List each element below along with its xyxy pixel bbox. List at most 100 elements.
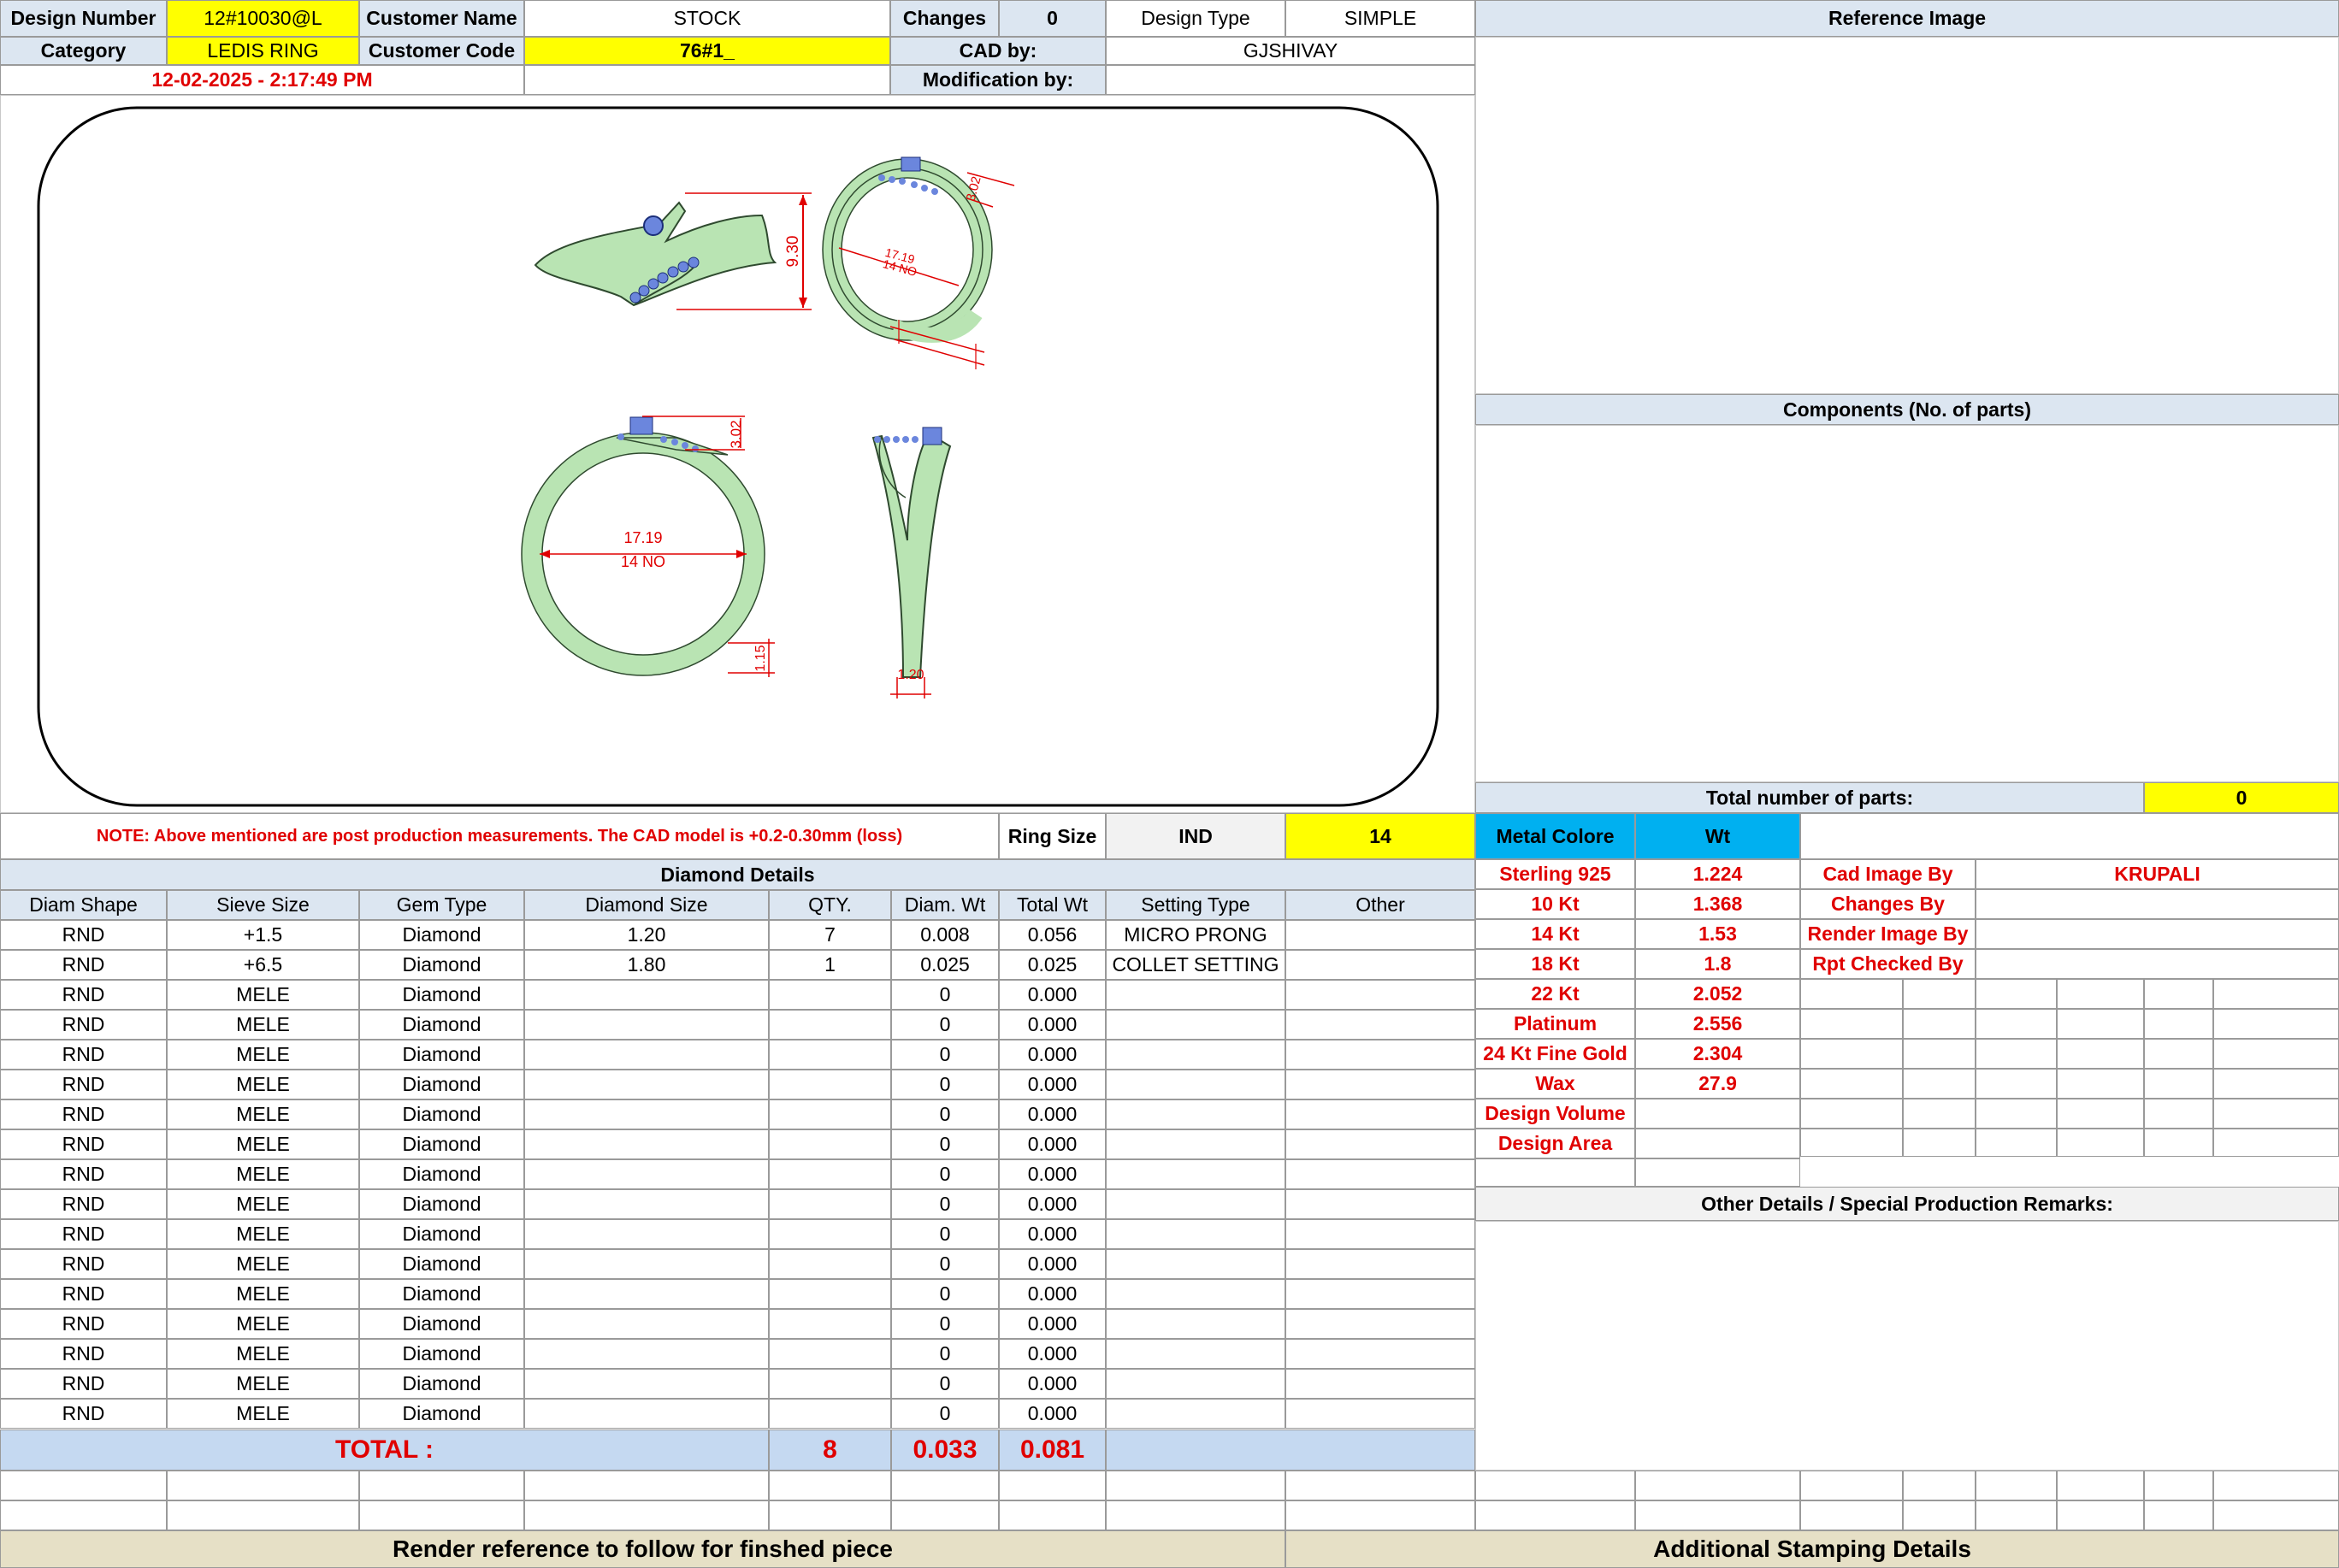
blank-cell[interactable]	[359, 1500, 524, 1530]
blank-cell[interactable]	[1285, 1500, 1475, 1530]
staff-value[interactable]	[1976, 919, 2339, 949]
blank-cell[interactable]	[1976, 979, 2057, 1009]
table-cell-setting-type[interactable]	[1106, 1369, 1285, 1399]
table-cell-qty[interactable]	[769, 1339, 891, 1369]
table-cell-other[interactable]	[1285, 920, 1475, 950]
table-cell-total-wt[interactable]: 0.000	[999, 1189, 1106, 1219]
blank-cell[interactable]	[769, 1471, 891, 1500]
table-cell-gem-type[interactable]: Diamond	[359, 1309, 524, 1339]
blank-cell[interactable]	[1475, 1500, 1635, 1530]
table-cell-diam-wt[interactable]: 0	[891, 1339, 999, 1369]
table-cell-qty[interactable]	[769, 980, 891, 1010]
blank-cell[interactable]	[167, 1500, 359, 1530]
table-cell-diam-wt[interactable]: 0	[891, 1189, 999, 1219]
staff-value[interactable]	[1976, 889, 2339, 919]
blank-cell[interactable]	[1976, 1009, 2057, 1039]
table-cell-total-wt[interactable]: 0.000	[999, 1399, 1106, 1429]
table-cell-gem-type[interactable]: Diamond	[359, 1339, 524, 1369]
table-cell-diamond-size[interactable]	[524, 1010, 769, 1040]
table-cell-total-wt[interactable]: 0.000	[999, 1070, 1106, 1099]
table-cell-setting-type[interactable]	[1106, 1129, 1285, 1159]
category-value[interactable]: LEDIS RING	[167, 37, 359, 65]
table-cell-setting-type[interactable]	[1106, 1339, 1285, 1369]
table-cell-sieve-size[interactable]: MELE	[167, 1010, 359, 1040]
table-cell-diamond-size[interactable]	[524, 1099, 769, 1129]
metal-weight[interactable]	[1635, 1129, 1800, 1158]
customer-name-value[interactable]: STOCK	[524, 0, 890, 37]
table-cell-setting-type[interactable]	[1106, 1189, 1285, 1219]
blank-cell[interactable]	[2144, 979, 2213, 1009]
blank-cell[interactable]	[1976, 1500, 2057, 1530]
blank-cell[interactable]	[2144, 1129, 2213, 1157]
table-cell-total-wt[interactable]: 0.056	[999, 920, 1106, 950]
table-cell-total-wt[interactable]: 0.000	[999, 1219, 1106, 1249]
table-cell-qty[interactable]	[769, 1399, 891, 1429]
table-cell-diam-wt[interactable]: 0	[891, 1129, 999, 1159]
metal-weight[interactable]: 27.9	[1635, 1069, 1800, 1099]
blank-cell[interactable]	[1976, 1069, 2057, 1099]
table-cell-other[interactable]	[1285, 1219, 1475, 1249]
table-cell-gem-type[interactable]: Diamond	[359, 1219, 524, 1249]
table-cell-qty[interactable]	[769, 1159, 891, 1189]
blank-cell[interactable]	[1903, 1069, 1976, 1099]
blank-cell[interactable]	[2057, 1069, 2144, 1099]
table-cell-gem-type[interactable]: Diamond	[359, 980, 524, 1010]
table-cell-other[interactable]	[1285, 1070, 1475, 1099]
blank-cell[interactable]	[1976, 1129, 2057, 1157]
table-cell-gem-type[interactable]: Diamond	[359, 1279, 524, 1309]
table-cell-diamond-size[interactable]	[524, 1070, 769, 1099]
table-cell-qty[interactable]	[769, 1070, 891, 1099]
table-cell-setting-type[interactable]	[1106, 1399, 1285, 1429]
blank-cell[interactable]	[1106, 1500, 1285, 1530]
blank-cell[interactable]	[2144, 1099, 2213, 1129]
blank-cell[interactable]	[2144, 1009, 2213, 1039]
table-cell-sieve-size[interactable]: +6.5	[167, 950, 359, 980]
metal-weight[interactable]: 2.304	[1635, 1039, 1800, 1069]
table-cell-total-wt[interactable]: 0.000	[999, 980, 1106, 1010]
table-cell-sieve-size[interactable]: MELE	[167, 1159, 359, 1189]
table-cell-diam-wt[interactable]: 0	[891, 1070, 999, 1099]
table-cell-gem-type[interactable]: Diamond	[359, 1189, 524, 1219]
blank-cell[interactable]	[1800, 1500, 1903, 1530]
table-cell-gem-type[interactable]: Diamond	[359, 1070, 524, 1099]
table-cell-diamond-size[interactable]	[524, 1129, 769, 1159]
blank-cell[interactable]	[2057, 1009, 2144, 1039]
blank-cell[interactable]	[1800, 1129, 1903, 1157]
blank-cell[interactable]	[891, 1500, 999, 1530]
blank-cell[interactable]	[2144, 1069, 2213, 1099]
table-cell-diam-wt[interactable]: 0	[891, 1159, 999, 1189]
table-cell-setting-type[interactable]: COLLET SETTING	[1106, 950, 1285, 980]
table-cell-diam-wt[interactable]: 0.025	[891, 950, 999, 980]
blank-cell[interactable]	[1976, 1471, 2057, 1500]
metal-weight[interactable]: 2.052	[1635, 979, 1800, 1009]
table-cell-other[interactable]	[1285, 1099, 1475, 1129]
table-cell-total-wt[interactable]: 0.000	[999, 1339, 1106, 1369]
table-cell-setting-type[interactable]	[1106, 1070, 1285, 1099]
table-cell-diam-wt[interactable]: 0	[891, 1279, 999, 1309]
metal-weight[interactable]: 1.8	[1635, 949, 1800, 979]
table-cell-sieve-size[interactable]: MELE	[167, 1249, 359, 1279]
blank-cell[interactable]	[2057, 1471, 2144, 1500]
table-cell-setting-type[interactable]: MICRO PRONG	[1106, 920, 1285, 950]
table-cell-qty[interactable]	[769, 1219, 891, 1249]
table-cell-gem-type[interactable]: Diamond	[359, 1099, 524, 1129]
table-cell-sieve-size[interactable]: MELE	[167, 1099, 359, 1129]
ring-size-system[interactable]: IND	[1106, 813, 1285, 859]
table-cell-setting-type[interactable]	[1106, 1040, 1285, 1070]
table-cell-qty[interactable]	[769, 1010, 891, 1040]
blank-cell[interactable]	[2144, 1500, 2213, 1530]
blank-cell[interactable]	[524, 1500, 769, 1530]
table-cell-sieve-size[interactable]: MELE	[167, 980, 359, 1010]
blank-cell[interactable]	[1800, 979, 1903, 1009]
table-cell-diamond-size[interactable]	[524, 1159, 769, 1189]
blank-cell[interactable]	[2057, 1099, 2144, 1129]
table-cell-sieve-size[interactable]: MELE	[167, 1040, 359, 1070]
blank-cell[interactable]	[2213, 979, 2339, 1009]
table-cell-total-wt[interactable]: 0.000	[999, 1010, 1106, 1040]
blank-cell[interactable]	[1800, 1099, 1903, 1129]
blank-cell[interactable]	[999, 1471, 1106, 1500]
modification-by-value[interactable]	[1106, 65, 1475, 95]
blank-cell[interactable]	[167, 1471, 359, 1500]
table-cell-other[interactable]	[1285, 1040, 1475, 1070]
table-cell-diamond-size[interactable]	[524, 1219, 769, 1249]
